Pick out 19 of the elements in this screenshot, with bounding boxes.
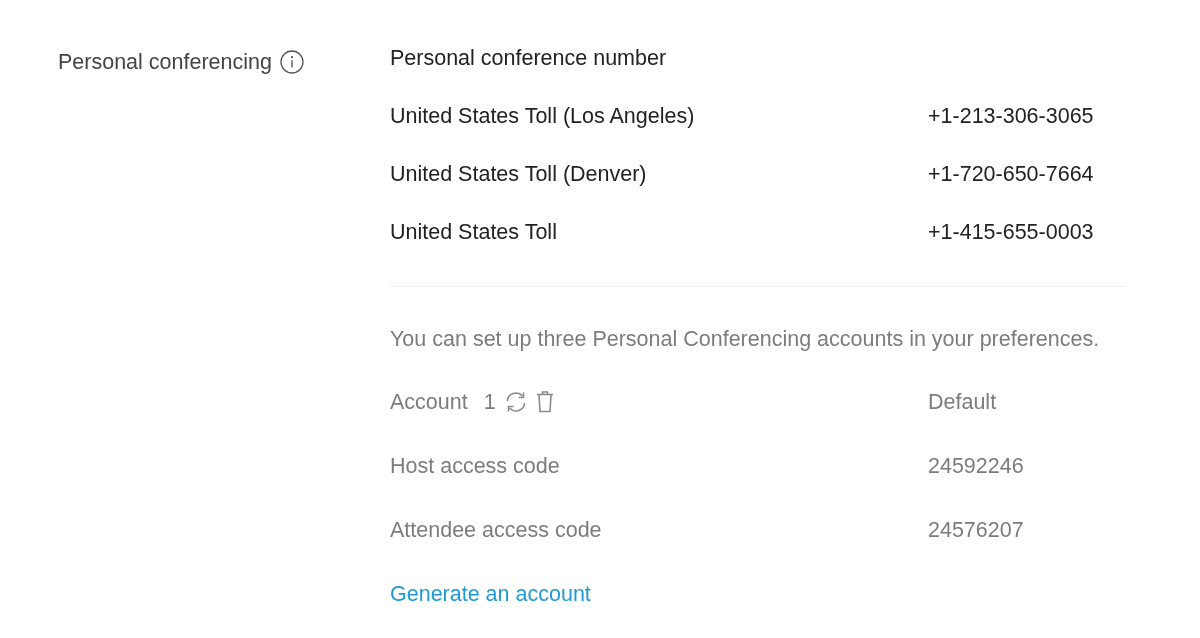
field-label: Host access code (390, 452, 560, 480)
dial-in-location: United States Toll (Los Angeles) (390, 102, 695, 130)
info-text: You can set up three Personal Conferencing accounts in your preferences. (390, 325, 1100, 353)
section-heading: Personal conference number (390, 44, 667, 72)
section-label: Personal conferencing (58, 48, 272, 76)
account-number: 1 (483, 388, 496, 416)
phone-number: +1-720-650-7664 (928, 160, 1094, 188)
trash-icon[interactable] (535, 391, 554, 413)
account-label: Account (390, 388, 468, 416)
phone-number: +1-415-655-0003 (928, 218, 1094, 246)
dial-in-location: United States Toll (390, 218, 557, 246)
access-code: 24592246 (928, 452, 1024, 480)
access-code: 24576207 (928, 516, 1024, 544)
phone-number: +1-213-306-3065 (928, 102, 1094, 130)
info-icon[interactable] (279, 50, 304, 74)
account-status: Default (928, 388, 997, 416)
field-label: Attendee access code (390, 516, 602, 544)
generate-account-link[interactable]: Generate an account (390, 577, 591, 611)
dial-in-location: United States Toll (Denver) (390, 160, 647, 188)
